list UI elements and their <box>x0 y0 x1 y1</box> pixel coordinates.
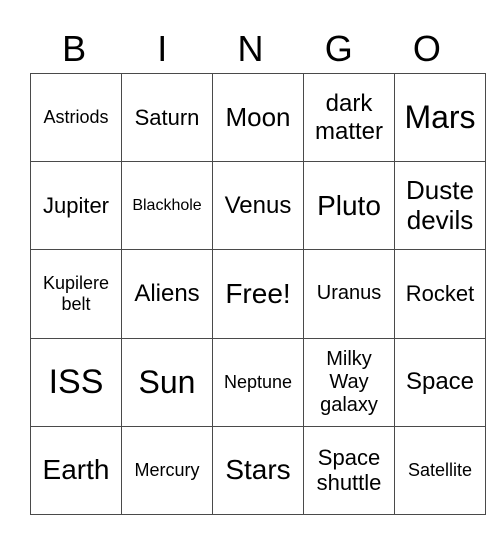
card-cell free-space[interactable]: Free! <box>212 249 304 339</box>
card-cell[interactable]: Saturn <box>121 72 213 163</box>
header-letter-n: N <box>237 28 264 69</box>
card-cell[interactable]: Mercury <box>121 425 213 516</box>
card-cell[interactable]: Satellite <box>394 425 486 516</box>
card-cell[interactable]: Sun <box>121 337 213 427</box>
card-cell[interactable]: Duste devils <box>394 161 486 251</box>
card-row: Earth Mercury Stars Space shuttle Satell… <box>30 425 486 516</box>
card-cell[interactable]: Rocket <box>394 249 486 339</box>
bingo-header: B I N G O <box>30 26 471 72</box>
header-letter-g: G <box>324 28 353 69</box>
card-cell[interactable]: Stars <box>212 425 304 516</box>
card-cell[interactable]: Moon <box>212 72 304 163</box>
card-cell[interactable]: Astriods <box>30 72 122 163</box>
card-cell[interactable]: Kupilere belt <box>30 249 122 339</box>
card-cell[interactable]: ISS <box>30 337 122 427</box>
header-letter-o: O <box>412 28 441 69</box>
card-cell[interactable]: Jupiter <box>30 161 122 251</box>
card-row: Astriods Saturn Moon dark matter Mars <box>30 72 486 163</box>
card-cell[interactable]: Earth <box>30 425 122 516</box>
card-cell[interactable]: Pluto <box>303 161 395 251</box>
card-cell[interactable]: Milky Way galaxy <box>303 337 395 427</box>
card-row: ISS Sun Neptune Milky Way galaxy Space <box>30 337 486 427</box>
card-cell[interactable]: Space shuttle <box>303 425 395 516</box>
card-row: Jupiter Blackhole Venus Pluto Duste devi… <box>30 161 486 251</box>
card-cell[interactable]: Space <box>394 337 486 427</box>
card-row: Kupilere belt Aliens Free! Uranus Rocket <box>30 249 486 339</box>
card-cell[interactable]: Neptune <box>212 337 304 427</box>
header-letter-b: B <box>62 28 87 69</box>
header-letter-i: I <box>157 28 168 69</box>
card-cell[interactable]: Aliens <box>121 249 213 339</box>
card-cell[interactable]: Venus <box>212 161 304 251</box>
card-cell[interactable]: Mars <box>394 72 486 163</box>
card-cell[interactable]: Blackhole <box>121 161 213 251</box>
card-cell[interactable]: Uranus <box>303 249 395 339</box>
card-cell[interactable]: dark matter <box>303 72 395 163</box>
bingo-card: Astriods Saturn Moon dark matter Mars Ju… <box>30 72 486 516</box>
